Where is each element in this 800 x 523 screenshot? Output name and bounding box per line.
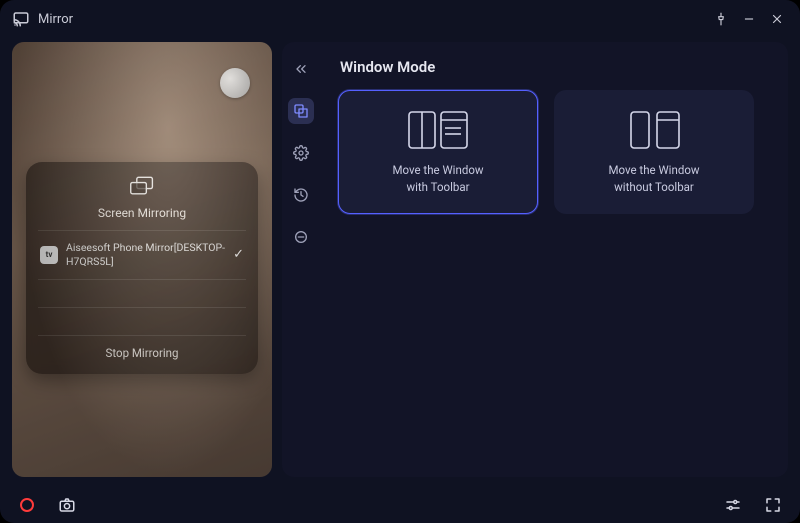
- mirror-empty-row: [38, 279, 246, 307]
- titlebar: Mirror: [0, 0, 800, 38]
- screenshot-button[interactable]: [54, 492, 80, 518]
- bottom-bar: [0, 487, 800, 523]
- stop-mirroring-label: Stop Mirroring: [106, 346, 179, 360]
- screens-icon: [129, 176, 155, 200]
- camera-lens-graphic: [220, 68, 250, 98]
- settings-content: Window Mode: [320, 42, 788, 477]
- mode-label-line1: Move the Window: [608, 162, 699, 179]
- app-title: Mirror: [38, 12, 73, 27]
- preview-panel: Screen Mirroring tv Aiseesoft Phone Mirr…: [12, 42, 272, 477]
- main-area: Screen Mirroring tv Aiseesoft Phone Mirr…: [0, 38, 800, 487]
- adjust-button[interactable]: [720, 492, 746, 518]
- checkmark-icon: ✓: [233, 246, 244, 264]
- pin-button[interactable]: [710, 8, 732, 30]
- mode-label-line2: with Toolbar: [392, 179, 483, 196]
- fullscreen-button[interactable]: [760, 492, 786, 518]
- window-with-toolbar-icon: [403, 108, 473, 152]
- app-window: Mirror: [0, 0, 800, 523]
- mirror-empty-row: [38, 307, 246, 335]
- mode-label-line1: Move the Window: [392, 162, 483, 179]
- window-mode-tab[interactable]: [288, 98, 314, 124]
- mode-label-line2: without Toolbar: [608, 179, 699, 196]
- window-without-toolbar-icon: [619, 108, 689, 152]
- collapse-rail-button[interactable]: [288, 56, 314, 82]
- settings-panel: Window Mode: [282, 42, 788, 477]
- history-tab[interactable]: [288, 182, 314, 208]
- mirror-target-name: Aiseesoft Phone Mirror[DESKTOP-H7QRS5L]: [66, 241, 225, 269]
- minimize-button[interactable]: [738, 8, 760, 30]
- settings-rail: [282, 42, 320, 477]
- record-button[interactable]: [14, 492, 40, 518]
- screen-mirroring-card: Screen Mirroring tv Aiseesoft Phone Mirr…: [26, 162, 258, 374]
- mode-grid: Move the Window with Toolbar: [338, 90, 770, 214]
- phone-preview: Screen Mirroring tv Aiseesoft Phone Mirr…: [12, 42, 272, 477]
- stop-mirroring-button[interactable]: Stop Mirroring: [38, 335, 246, 364]
- cast-icon: [12, 10, 30, 28]
- mirror-card-title: Screen Mirroring: [98, 206, 186, 220]
- mode-with-toolbar-card[interactable]: Move the Window with Toolbar: [338, 90, 538, 214]
- record-settings-tab[interactable]: [288, 224, 314, 250]
- mode-without-toolbar-card[interactable]: Move the Window without Toolbar: [554, 90, 754, 214]
- mirror-target-row[interactable]: tv Aiseesoft Phone Mirror[DESKTOP-H7QRS5…: [38, 230, 246, 279]
- record-icon: [20, 498, 34, 512]
- appletv-badge-icon: tv: [40, 246, 58, 264]
- section-title: Window Mode: [340, 58, 770, 76]
- gear-tab[interactable]: [288, 140, 314, 166]
- close-button[interactable]: [766, 8, 788, 30]
